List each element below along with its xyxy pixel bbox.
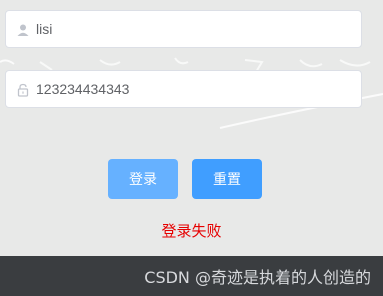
error-message: 登录失败 <box>161 222 222 240</box>
password-field[interactable] <box>5 70 362 108</box>
reset-button[interactable]: 重置 <box>192 159 262 199</box>
user-icon <box>16 22 30 36</box>
login-page: 登录 重置 登录失败 CSDN @奇迹是执着的人创造的 <box>0 0 383 296</box>
password-input[interactable] <box>36 71 356 107</box>
watermark-text: CSDN @奇迹是执着的人创造的 <box>144 268 371 287</box>
login-button[interactable]: 登录 <box>108 159 178 199</box>
footer-bar: CSDN @奇迹是执着的人创造的 <box>0 256 383 296</box>
lock-icon <box>16 82 30 97</box>
username-input[interactable] <box>36 11 356 47</box>
username-field[interactable] <box>5 10 362 48</box>
